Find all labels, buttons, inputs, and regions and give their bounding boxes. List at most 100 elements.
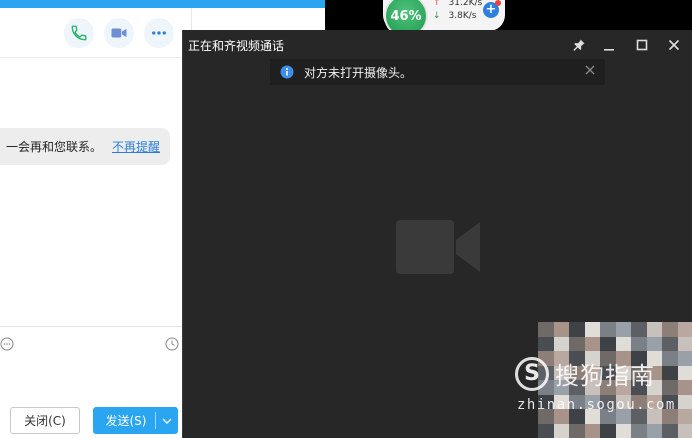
maximize-icon [636, 39, 648, 51]
message-text: 一会再和您联系。 [6, 140, 103, 154]
mosaic-cell [584, 336, 600, 351]
mosaic-cell [662, 409, 678, 424]
pixelated-video [538, 322, 692, 438]
mosaic-cell [538, 394, 554, 409]
mosaic-cell [631, 394, 647, 409]
send-button[interactable]: 发送(S) [93, 407, 178, 434]
close-icon [668, 39, 680, 51]
mosaic-cell [600, 322, 616, 337]
mosaic-cell [646, 365, 662, 380]
close-notice-icon[interactable] [583, 63, 597, 77]
mosaic-cell [677, 351, 692, 366]
boost-button[interactable]: + [483, 0, 501, 18]
mosaic-cell [584, 351, 600, 366]
mosaic-cell [631, 423, 647, 438]
notice-text: 对方未打开摄像头。 [304, 65, 413, 80]
mosaic-cell [631, 365, 647, 380]
mosaic-cell [677, 336, 692, 351]
mosaic-cell [553, 365, 569, 380]
mosaic-cell [662, 380, 678, 395]
mosaic-cell [662, 322, 678, 337]
mosaic-cell [600, 351, 616, 366]
mosaic-cell [553, 423, 569, 438]
mosaic-cell [553, 380, 569, 395]
emoji-icon [0, 337, 14, 351]
mosaic-cell [615, 394, 631, 409]
minimize-icon [604, 49, 614, 51]
mosaic-cell [600, 365, 616, 380]
mosaic-cell [646, 423, 662, 438]
message-bubble: 一会再和您联系。 不再提醒 [0, 128, 170, 165]
mosaic-cell [662, 423, 678, 438]
mosaic-cell [569, 423, 585, 438]
more-button[interactable] [144, 18, 174, 48]
mosaic-cell [615, 409, 631, 424]
mosaic-cell [677, 322, 692, 337]
window-title: 正在和齐视频通话 [188, 39, 285, 53]
mosaic-cell [569, 365, 585, 380]
history-button[interactable] [165, 336, 179, 351]
mosaic-cell [662, 351, 678, 366]
voice-call-button[interactable] [64, 18, 94, 48]
mosaic-cell [600, 409, 616, 424]
chevron-down-icon [162, 418, 172, 424]
mosaic-cell [646, 336, 662, 351]
mosaic-cell [662, 336, 678, 351]
mosaic-cell [584, 322, 600, 337]
video-call-button[interactable] [104, 18, 134, 48]
more-icon [152, 31, 166, 35]
mosaic-cell [538, 380, 554, 395]
mosaic-cell [677, 394, 692, 409]
mosaic-cell [569, 322, 585, 337]
mosaic-cell [584, 380, 600, 395]
call-actions [64, 18, 174, 48]
mosaic-cell [584, 394, 600, 409]
mosaic-cell [677, 380, 692, 395]
close-button[interactable]: 关闭(C) [10, 407, 80, 434]
network-speed-widget[interactable]: 46% ↑ 31.2K/s ↓ 3.8K/s + [383, 0, 505, 38]
chat-title-bar [0, 0, 325, 8]
mosaic-cell [631, 351, 647, 366]
mosaic-cell [600, 336, 616, 351]
camera-off-icon [396, 220, 480, 274]
mosaic-cell [615, 351, 631, 366]
pin-icon [573, 39, 585, 51]
mosaic-cell [584, 409, 600, 424]
send-options-button[interactable] [156, 418, 178, 424]
send-button-label: 发送(S) [105, 414, 147, 428]
mosaic-cell [569, 336, 585, 351]
mosaic-cell [584, 365, 600, 380]
minimize-button[interactable] [596, 34, 622, 56]
mosaic-cell [569, 380, 585, 395]
mosaic-cell [615, 336, 631, 351]
notice-bar: 对方未打开摄像头。 [270, 59, 605, 85]
maximize-button[interactable] [629, 34, 655, 56]
mosaic-cell [677, 409, 692, 424]
mosaic-cell [584, 423, 600, 438]
close-window-button[interactable] [661, 34, 687, 56]
self-view-preview[interactable] [538, 322, 692, 438]
mosaic-cell [631, 380, 647, 395]
pin-button[interactable] [566, 34, 592, 56]
mosaic-cell [600, 423, 616, 438]
download-rate: 3.8K/s [448, 11, 477, 21]
mosaic-cell [569, 351, 585, 366]
video-call-window: 正在和齐视频通话 对方未打开摄像头。 [182, 30, 692, 438]
history-icon [165, 337, 179, 351]
upload-rate: 31.2K/s [448, 0, 483, 8]
mosaic-cell [600, 394, 616, 409]
info-icon [280, 65, 294, 79]
download-arrow-icon: ↓ [433, 11, 441, 21]
mosaic-cell [553, 336, 569, 351]
mosaic-cell [538, 351, 554, 366]
emoji-button[interactable] [0, 336, 14, 351]
mosaic-cell [646, 394, 662, 409]
mosaic-cell [615, 365, 631, 380]
dont-remind-link[interactable]: 不再提醒 [112, 138, 160, 155]
speed-rates: ↑ 31.2K/s ↓ 3.8K/s [433, 0, 482, 23]
video-icon [111, 28, 127, 38]
mosaic-cell [662, 394, 678, 409]
phone-icon [71, 25, 87, 41]
mosaic-cell [615, 322, 631, 337]
mosaic-cell [538, 423, 554, 438]
